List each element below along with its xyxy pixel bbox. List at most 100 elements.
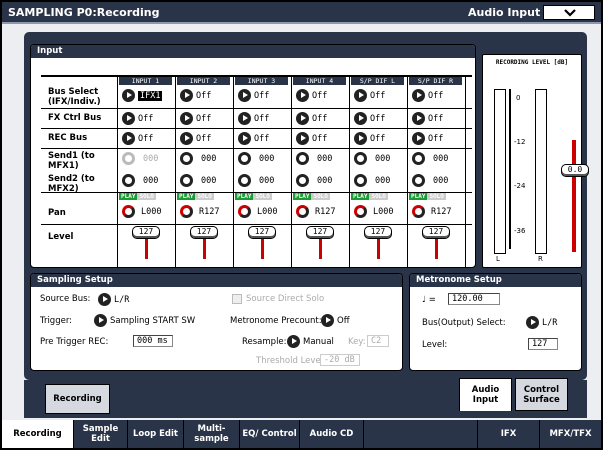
level-fader[interactable]: 127 [364,226,392,259]
play-solo-switch[interactable]: PLAY SOLO [119,193,156,200]
level-fader-cap[interactable]: 127 [248,226,276,239]
play-solo-switch[interactable]: PLAY SOLO [409,193,446,200]
arrow-right-icon[interactable] [122,132,135,145]
bus-select-cell[interactable]: Off [354,89,385,102]
rec-level-fader-cap[interactable]: 0.0 [561,164,589,177]
bus-select-cell[interactable]: Off [296,89,327,102]
arrow-right-icon[interactable] [296,132,309,145]
fx-ctrl-cell[interactable]: Off [296,112,327,125]
bottom-tab-ifx[interactable]: IFX [478,420,540,448]
bottom-tab-audio-cd[interactable]: Audio CD [300,420,364,448]
level-fader[interactable]: 127 [422,226,450,259]
bus-select-cell[interactable]: Off [412,89,443,102]
metronome-bus-cell[interactable]: L/R [526,316,557,329]
pan-knob-cell[interactable]: L000 [238,205,277,218]
knob-icon[interactable] [122,174,135,187]
play-solo-switch[interactable]: PLAY SOLO [177,193,214,200]
arrow-right-icon[interactable] [296,112,309,125]
arrow-right-icon[interactable] [238,112,251,125]
arrow-right-icon[interactable] [238,89,251,102]
metronome-level-field[interactable]: 127 [528,338,558,350]
send1-knob-cell[interactable]: 000 [238,152,274,165]
arrow-right-icon[interactable] [180,132,193,145]
fx-ctrl-cell[interactable]: Off [412,112,443,125]
bottom-tab-sample-edit[interactable]: Sample Edit [74,420,128,448]
rec-bus-cell[interactable]: Off [354,132,385,145]
bus-select-cell[interactable]: IFX1 [122,89,163,102]
knob-icon[interactable] [238,174,251,187]
bottom-tab-loop-edit[interactable]: Loop Edit [128,420,184,448]
level-fader-cap[interactable]: 127 [190,226,218,239]
level-fader[interactable]: 127 [132,226,160,259]
arrow-right-icon[interactable] [122,112,135,125]
fx-ctrl-cell[interactable]: Off [238,112,269,125]
threshold-field[interactable]: -20 dB [320,354,360,366]
level-fader[interactable]: 127 [190,226,218,259]
source-bus-cell[interactable]: L/R [98,293,129,306]
pan-knob-icon[interactable] [296,205,309,218]
rec-bus-cell[interactable]: Off [412,132,443,145]
level-fader[interactable]: 127 [248,226,276,259]
level-fader[interactable]: 127 [306,226,334,259]
rec-bus-cell[interactable]: Off [180,132,211,145]
tab-recording[interactable]: Recording [45,384,110,414]
arrow-right-icon[interactable] [94,314,107,327]
arrow-right-icon[interactable] [238,132,251,145]
send2-knob-cell[interactable]: 000 [296,174,332,187]
send1-knob-cell[interactable]: 000 [354,152,390,165]
fx-ctrl-cell[interactable]: Off [122,112,153,125]
arrow-right-icon[interactable] [354,89,367,102]
arrow-right-icon[interactable] [287,335,300,348]
bottom-tab-mfx-tfx[interactable]: MFX/TFX [540,420,601,448]
fx-ctrl-cell[interactable]: Off [354,112,385,125]
rec-bus-cell[interactable]: Off [238,132,269,145]
pan-knob-icon[interactable] [122,205,135,218]
pre-trigger-field[interactable]: 000 ms [133,335,173,347]
play-solo-switch[interactable]: PLAY SOLO [351,193,388,200]
send2-knob-cell[interactable]: 000 [180,174,216,187]
knob-icon[interactable] [412,152,425,165]
rec-bus-cell[interactable]: Off [122,132,153,145]
bus-select-cell[interactable]: Off [180,89,211,102]
bottom-tab-recording[interactable]: Recording [2,420,74,448]
knob-icon[interactable] [354,152,367,165]
resample-cell[interactable]: Manual [287,335,334,348]
pan-knob-cell[interactable]: L000 [354,205,393,218]
arrow-right-icon[interactable] [180,112,193,125]
arrow-right-icon[interactable] [98,293,111,306]
level-fader-cap[interactable]: 127 [306,226,334,239]
knob-icon[interactable] [180,174,193,187]
pan-knob-icon[interactable] [412,205,425,218]
knob-icon[interactable] [180,152,193,165]
play-solo-switch[interactable]: PLAY SOLO [235,193,272,200]
knob-icon[interactable] [296,152,309,165]
arrow-right-icon[interactable] [321,314,334,327]
arrow-right-icon[interactable] [412,112,425,125]
tempo-field[interactable]: 120.00 [448,293,500,305]
level-fader-cap[interactable]: 127 [364,226,392,239]
arrow-right-icon[interactable] [122,89,135,102]
arrow-right-icon[interactable] [354,132,367,145]
send1-knob-cell[interactable]: 000 [412,152,448,165]
send2-knob-cell[interactable]: 000 [354,174,390,187]
pan-knob-icon[interactable] [238,205,251,218]
bus-select-cell[interactable]: Off [238,89,269,102]
send2-knob-cell[interactable]: 000 [122,174,158,187]
tab-control-surface[interactable]: Control Surface [515,378,568,411]
arrow-right-icon[interactable] [354,112,367,125]
pan-knob-cell[interactable]: R127 [412,205,451,218]
fx-ctrl-cell[interactable]: Off [180,112,211,125]
arrow-right-icon[interactable] [180,89,193,102]
knob-icon[interactable] [296,174,309,187]
send2-knob-cell[interactable]: 000 [412,174,448,187]
send1-knob-cell[interactable]: 000 [180,152,216,165]
pan-knob-icon[interactable] [180,205,193,218]
arrow-right-icon[interactable] [412,132,425,145]
knob-icon[interactable] [412,174,425,187]
level-fader-cap[interactable]: 127 [422,226,450,239]
tab-audio-input[interactable]: Audio Input [459,378,512,411]
pan-knob-icon[interactable] [354,205,367,218]
metronome-precount-cell[interactable]: Off [321,314,350,327]
bottom-tab-eq-control[interactable]: EQ/ Control [240,420,300,448]
send1-knob-cell[interactable]: 000 [122,152,158,165]
